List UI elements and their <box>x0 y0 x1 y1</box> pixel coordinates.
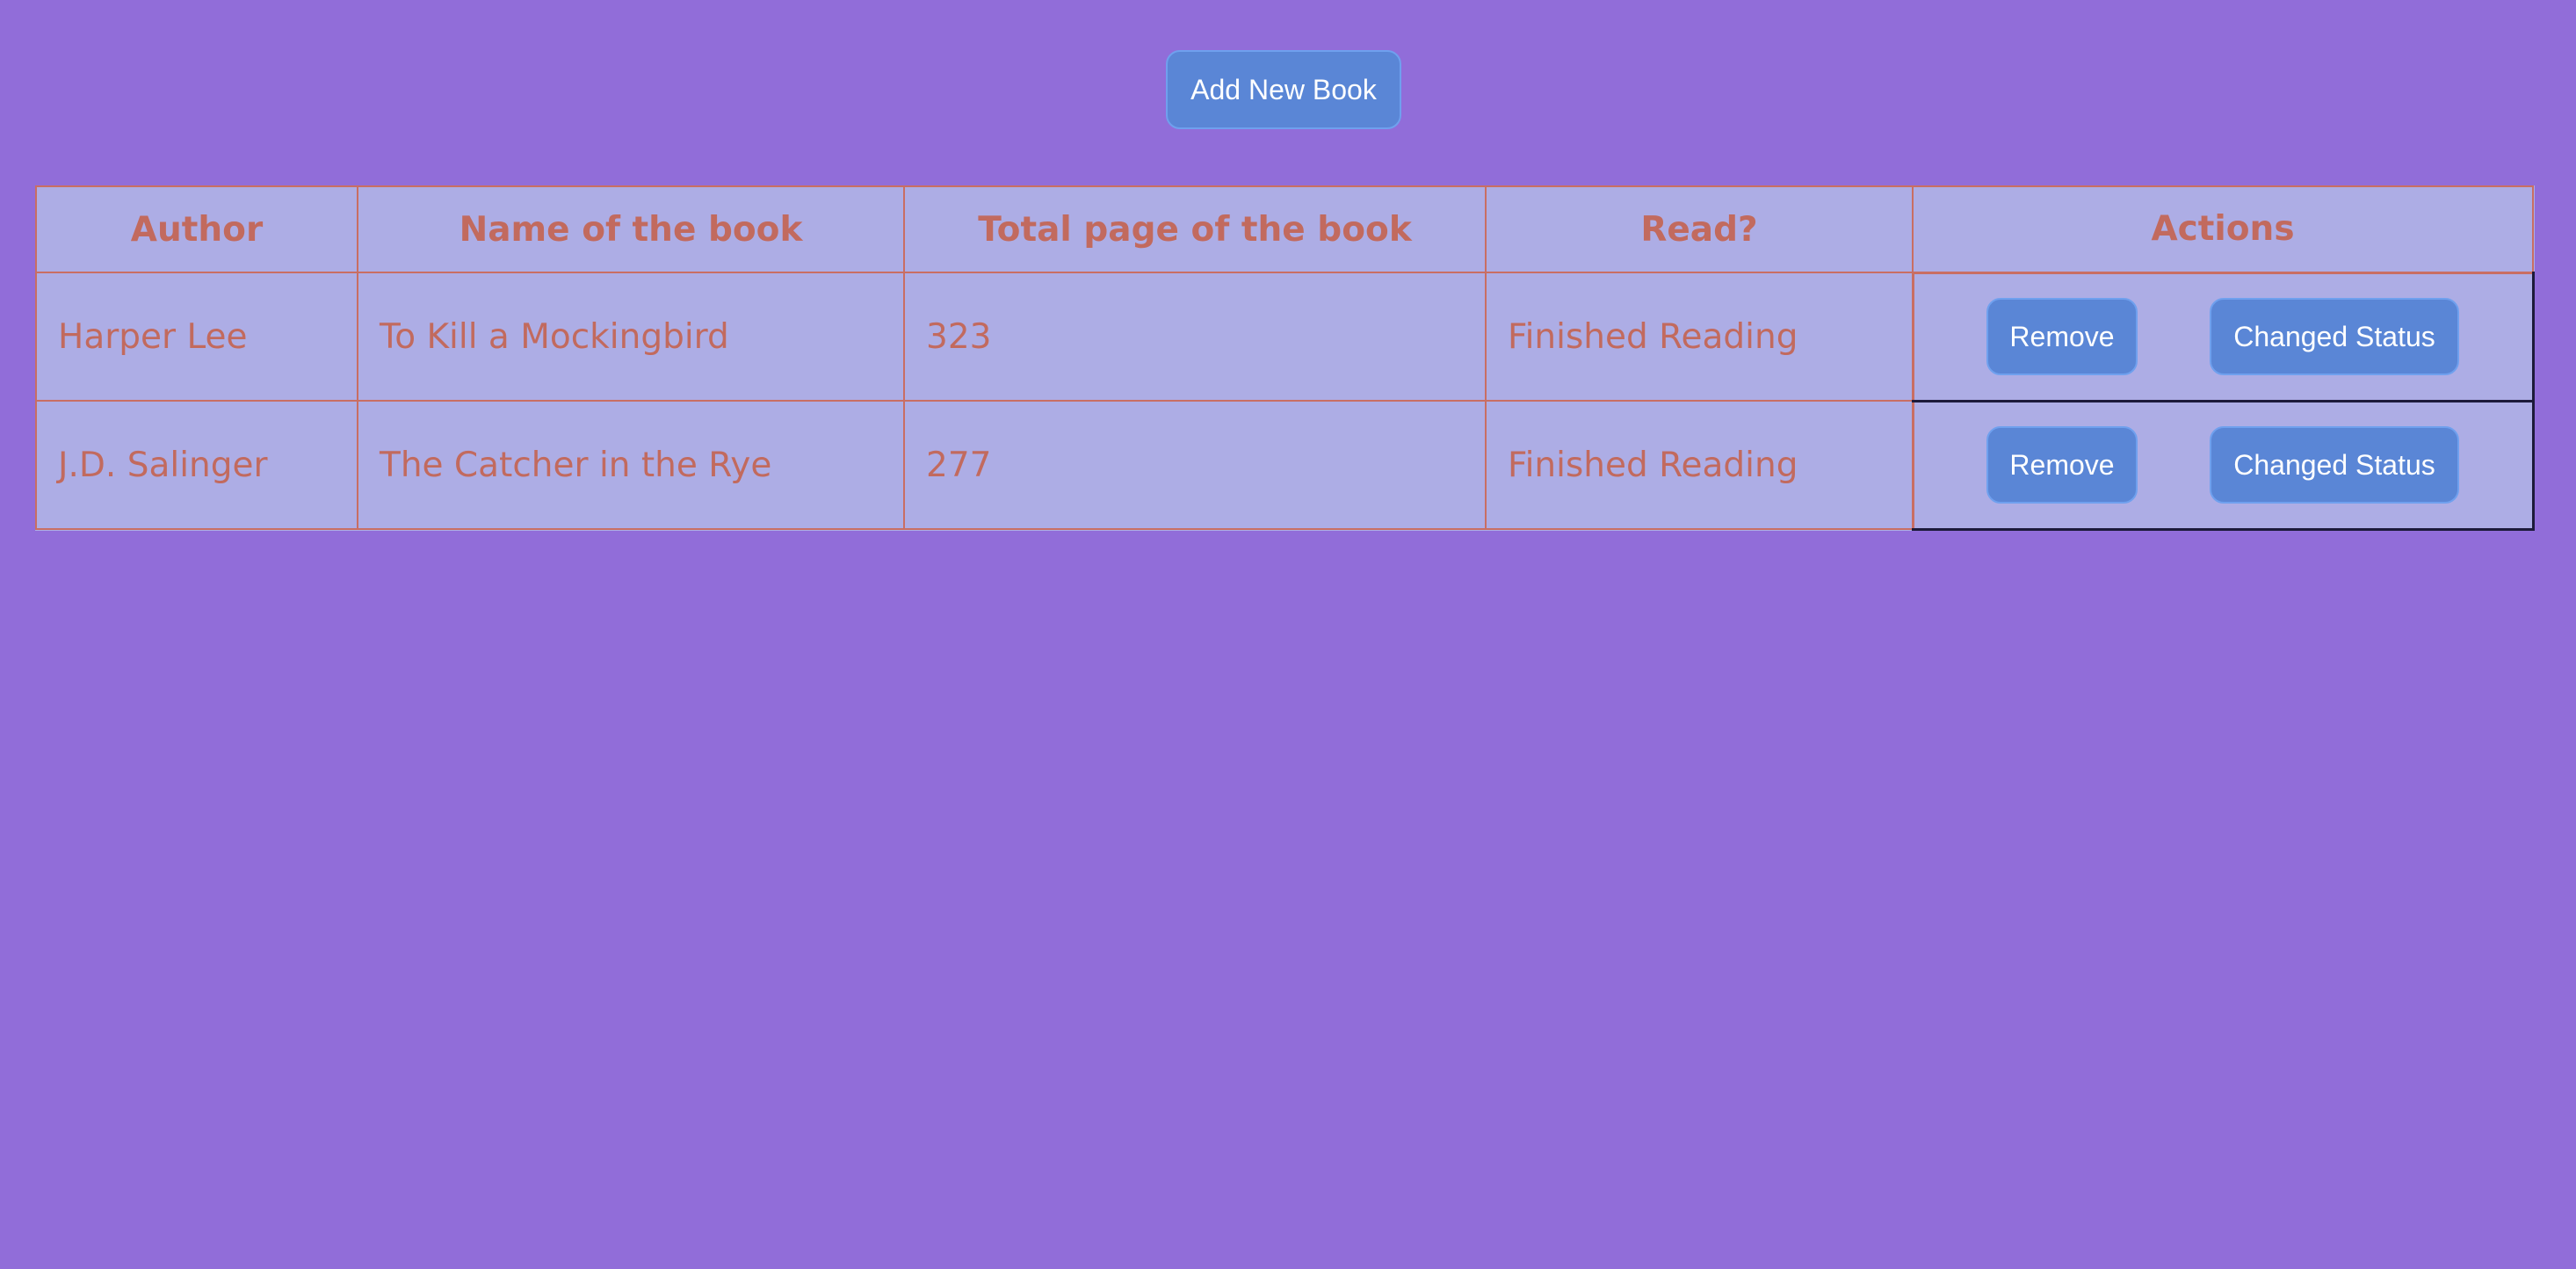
table-header-row: Author Name of the book Total page of th… <box>35 185 2534 273</box>
actions-cell: Remove Changed Status <box>1911 271 2535 402</box>
book-name-cell: The Catcher in the Rye <box>357 400 905 530</box>
total-pages-cell: 323 <box>903 272 1487 402</box>
row-actions: Remove Changed Status <box>1914 426 2532 504</box>
book-name-column-header: Name of the book <box>357 185 905 273</box>
books-table: Author Name of the book Total page of th… <box>35 185 2535 531</box>
table-row: Harper Lee To Kill a Mockingbird 323 Fin… <box>35 271 2535 402</box>
remove-button[interactable]: Remove <box>1986 298 2138 375</box>
author-column-header: Author <box>35 185 358 273</box>
table-row: J.D. Salinger The Catcher in the Rye 277… <box>35 399 2535 531</box>
read-status-column-header: Read? <box>1485 185 1914 273</box>
read-status-cell: Finished Reading <box>1485 272 1914 402</box>
row-actions: Remove Changed Status <box>1914 298 2532 375</box>
change-status-button[interactable]: Changed Status <box>2210 426 2459 504</box>
change-status-button[interactable]: Changed Status <box>2210 298 2459 375</box>
remove-button[interactable]: Remove <box>1986 426 2138 504</box>
total-pages-cell: 277 <box>903 400 1487 530</box>
actions-cell: Remove Changed Status <box>1911 399 2535 531</box>
read-status-cell: Finished Reading <box>1485 400 1914 530</box>
book-name-cell: To Kill a Mockingbird <box>357 272 905 402</box>
author-cell: J.D. Salinger <box>35 400 358 530</box>
author-cell: Harper Lee <box>35 272 358 402</box>
total-pages-column-header: Total page of the book <box>903 185 1487 273</box>
add-new-book-button[interactable]: Add New Book <box>1166 50 1401 129</box>
actions-column-header: Actions <box>1912 185 2534 273</box>
